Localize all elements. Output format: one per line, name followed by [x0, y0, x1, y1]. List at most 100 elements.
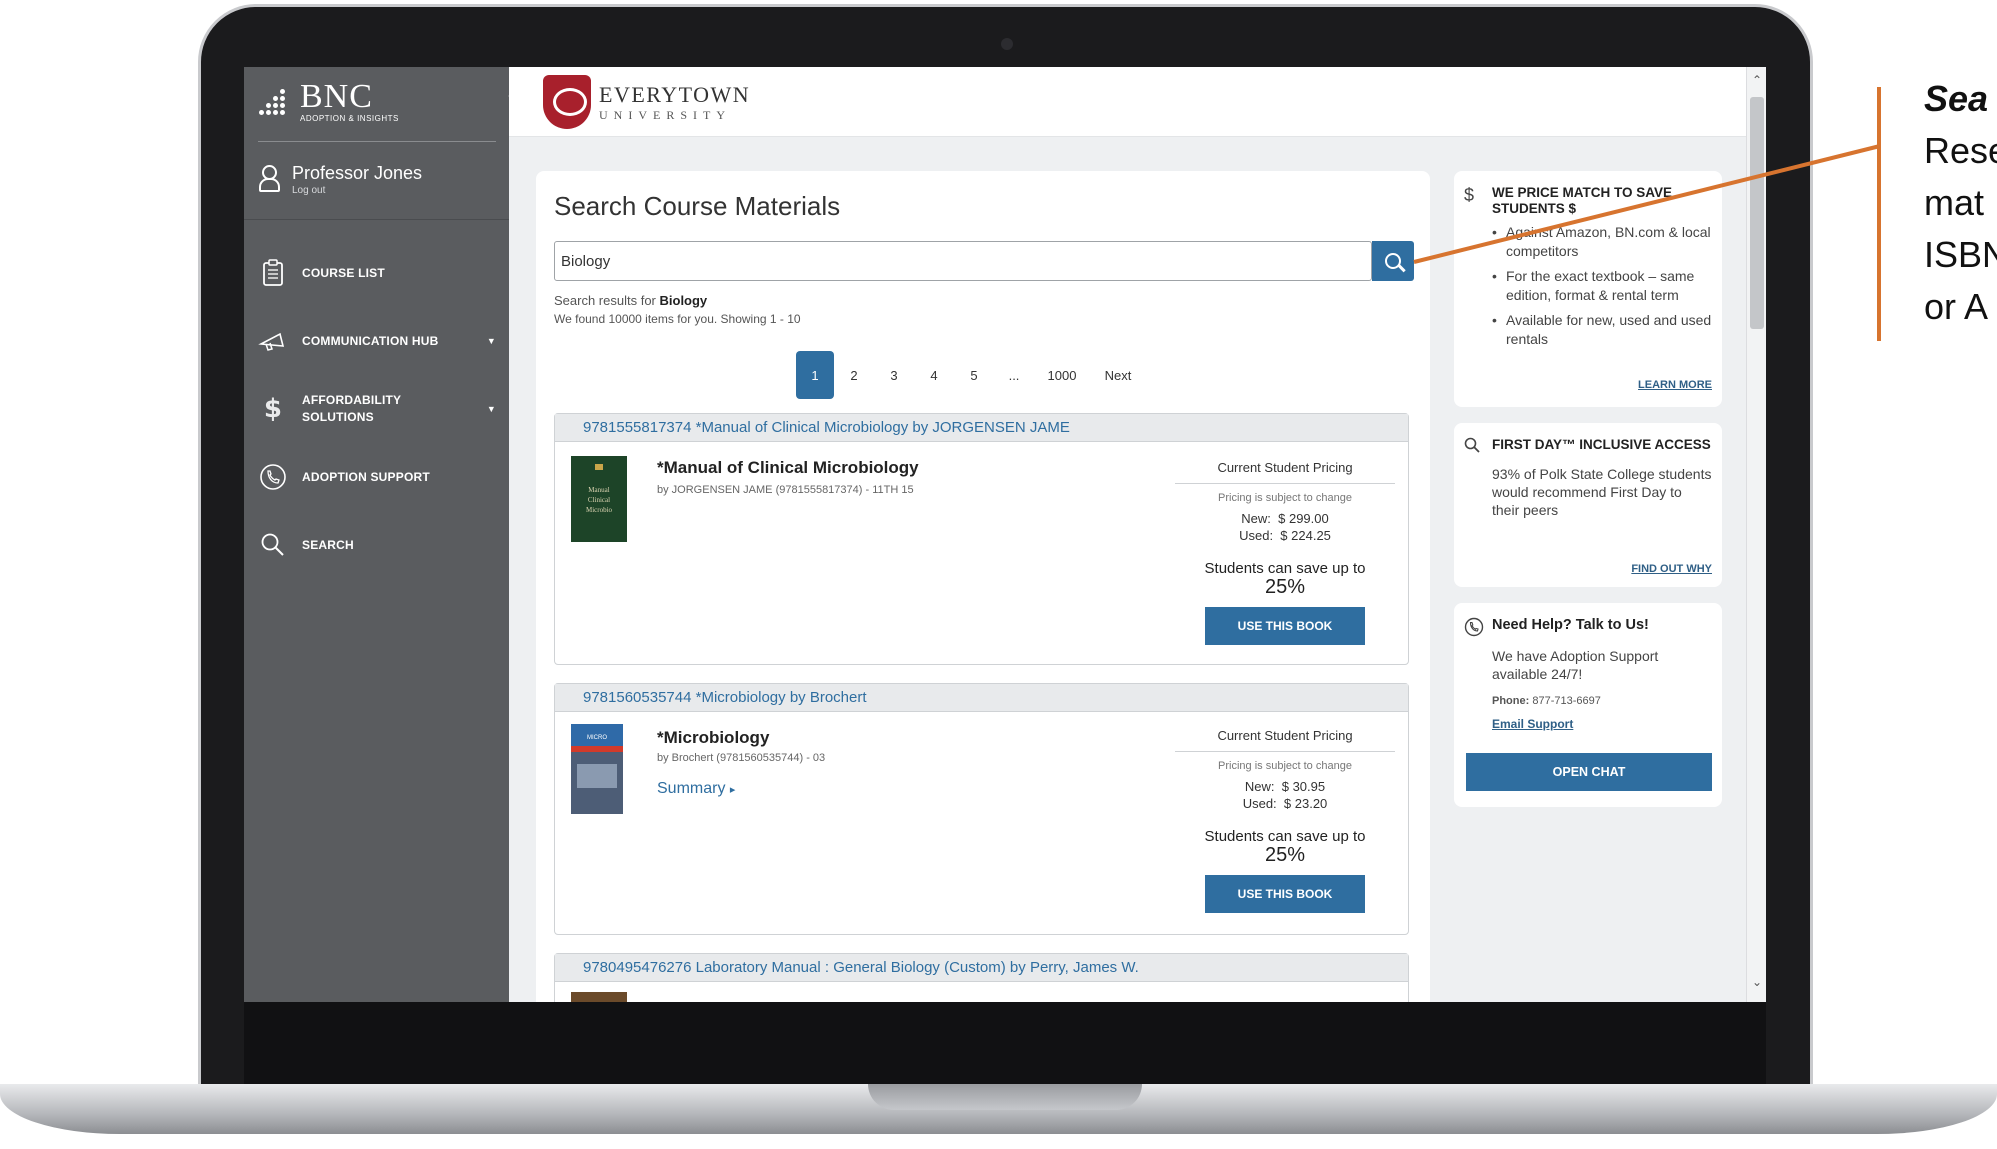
result-header-link[interactable]: 9781560535744 *Microbiology by Brochert — [555, 684, 1408, 712]
logout-link[interactable]: Log out — [292, 185, 422, 196]
book-cover-image[interactable] — [571, 992, 627, 1002]
svg-text:Manual: Manual — [588, 486, 609, 494]
help-phone: Phone: 877-713-6697 — [1492, 695, 1712, 707]
next-page-link[interactable]: Next — [1090, 351, 1146, 399]
sidebar-nav: COURSE LIST COMMUNICATION HUB ▼ $ AFFORD… — [258, 239, 498, 579]
results-summary: Search results for Biology — [554, 293, 707, 308]
book-byline: by Brochert (9781560535744) - 03 — [657, 752, 826, 764]
book-title: *Manual of Clinical Microbiology — [657, 458, 919, 477]
search-panel: Search Course Materials Search results f… — [536, 171, 1430, 1002]
result-header-link[interactable]: 9781555817374 *Manual of Clinical Microb… — [555, 414, 1408, 442]
savings-text: Students can save up to — [1204, 828, 1366, 845]
sidebar-item-communication-hub[interactable]: COMMUNICATION HUB ▼ — [258, 307, 498, 375]
pricing-block: Current Student Pricing Pricing is subje… — [1175, 460, 1395, 645]
page-link[interactable]: 3 — [874, 351, 914, 399]
summary-link[interactable]: Summary ▸ — [657, 780, 735, 798]
page-link[interactable]: 1000 — [1034, 351, 1090, 399]
scroll-down-icon[interactable]: ⌄ — [1747, 975, 1766, 989]
page-link[interactable]: 1 — [796, 351, 834, 399]
sidebar-item-search[interactable]: SEARCH — [258, 511, 498, 579]
result-header-link[interactable]: 9780495476276 Laboratory Manual : Genera… — [555, 954, 1408, 982]
used-price: $ 23.20 — [1283, 796, 1328, 811]
brand-logo[interactable]: BNC ADOPTION & INSIGHTS — [258, 77, 399, 127]
used-price-label: Used: — [1242, 796, 1277, 811]
annotation-text: Sea Rese mat ISBN or A — [1924, 73, 1997, 333]
university-subtitle: UNIVERSITY — [599, 107, 731, 122]
result-card: 9780495476276 Laboratory Manual : Genera… — [554, 953, 1409, 1002]
used-price: $ 224.25 — [1280, 528, 1331, 543]
open-chat-button[interactable]: OPEN CHAT — [1466, 753, 1712, 791]
sidebar-item-adoption-support[interactable]: ADOPTION SUPPORT — [258, 443, 498, 511]
sidebar-item-label: AFFORDABILITY SOLUTIONS — [302, 393, 402, 424]
phone-icon — [258, 462, 288, 492]
clipboard-icon — [258, 258, 288, 288]
webcam — [1001, 38, 1013, 50]
chevron-down-icon: ▼ — [486, 404, 496, 414]
page-title: Search Course Materials — [554, 191, 841, 221]
search-input[interactable] — [554, 241, 1372, 281]
find-out-why-link[interactable]: FIND OUT WHY — [1631, 563, 1712, 575]
help-card: Need Help? Talk to Us! We have Adoption … — [1454, 603, 1722, 807]
pagination: 1 2 3 4 5 ... 1000 Next — [796, 351, 1146, 399]
user-name: Professor Jones — [292, 163, 423, 183]
savings-text: Students can save up to — [1204, 560, 1366, 577]
book-byline: by JORGENSEN JAME (9781555817374) - 11TH… — [657, 484, 914, 496]
sidebar-item-affordability-solutions[interactable]: $ AFFORDABILITY SOLUTIONS ▼ — [258, 375, 498, 443]
laptop-notch — [868, 1084, 1142, 1110]
sidebar-item-label: ADOPTION SUPPORT — [302, 470, 430, 484]
megaphone-icon — [258, 326, 288, 356]
sidebar-divider — [258, 141, 496, 142]
use-this-book-button[interactable]: USE THIS BOOK — [1205, 607, 1365, 645]
sidebar: BNC ADOPTION & INSIGHTS Professor Jones … — [244, 67, 509, 1002]
scroll-up-icon[interactable]: ⌃ — [1747, 73, 1766, 87]
pricing-block: Current Student Pricing Pricing is subje… — [1175, 728, 1395, 913]
results-count: We found 10000 items for you. Showing 1 … — [554, 312, 801, 326]
learn-more-link[interactable]: LEARN MORE — [1638, 379, 1712, 391]
result-card: 9781560535744 *Microbiology by Brochert … — [554, 683, 1409, 935]
savings-percent: 25% — [1264, 576, 1306, 598]
svg-text:MICRO: MICRO — [587, 735, 607, 741]
new-price: $ 30.95 — [1281, 779, 1326, 794]
use-this-book-button[interactable]: USE THIS BOOK — [1205, 875, 1365, 913]
svg-text:Clinical: Clinical — [588, 496, 610, 504]
caret-right-icon: ▸ — [729, 784, 736, 796]
pricing-note: Pricing is subject to change — [1218, 760, 1352, 772]
annotation-line: Sea — [1924, 78, 1989, 119]
new-price-label: New: — [1241, 511, 1271, 526]
book-cover-image[interactable]: Manual Clinical Microbio — [571, 456, 627, 542]
search-icon — [258, 530, 288, 560]
university-name: EVERYTOWN — [599, 81, 751, 107]
sidebar-item-label: COMMUNICATION HUB — [302, 334, 439, 348]
results-prefix: Search results for — [554, 293, 656, 308]
used-price-row: Used: $ 224.25 — [1175, 527, 1395, 544]
new-price-label: New: — [1244, 779, 1275, 794]
phone-icon — [1464, 617, 1484, 642]
page-link[interactable]: 4 — [914, 351, 954, 399]
help-body: We have Adoption Support available 24/7! — [1492, 648, 1659, 682]
page-link[interactable]: 5 — [954, 351, 994, 399]
search-icon — [1464, 437, 1480, 458]
used-price-label: Used: — [1239, 528, 1274, 543]
page-link[interactable]: 2 — [834, 351, 874, 399]
first-day-body: 93% of Polk State College students would… — [1492, 466, 1712, 518]
top-bar: EVERYTOWN UNIVERSITY — [509, 67, 1746, 137]
user-divider — [244, 219, 509, 220]
new-price-row: New: $ 299.00 — [1175, 510, 1395, 527]
book-cover-image[interactable]: MICRO — [571, 724, 627, 814]
svg-text:Microbio: Microbio — [586, 506, 613, 514]
annotation-line: Rese — [1924, 130, 1997, 171]
email-support-link[interactable]: Email Support — [1492, 717, 1712, 731]
annotation-line: mat — [1924, 182, 1985, 223]
screen-bezel — [244, 1002, 1766, 1084]
sidebar-item-course-list[interactable]: COURSE LIST — [258, 239, 498, 307]
phone-label: Phone: — [1492, 695, 1530, 707]
collapse-sidebar-icon[interactable]: ‹ — [508, 87, 522, 111]
first-day-title: FIRST DAY™ INCLUSIVE ACCESS — [1492, 437, 1711, 452]
university-logo[interactable]: EVERYTOWN UNIVERSITY — [543, 75, 750, 129]
annotation-pointer — [1413, 144, 1881, 264]
dollar-icon: $ — [263, 394, 283, 424]
search-button[interactable] — [1372, 241, 1414, 281]
result-card: 9781555817374 *Manual of Clinical Microb… — [554, 413, 1409, 665]
list-item: Available for new, used and used rentals — [1492, 311, 1712, 349]
user-icon — [258, 165, 280, 192]
